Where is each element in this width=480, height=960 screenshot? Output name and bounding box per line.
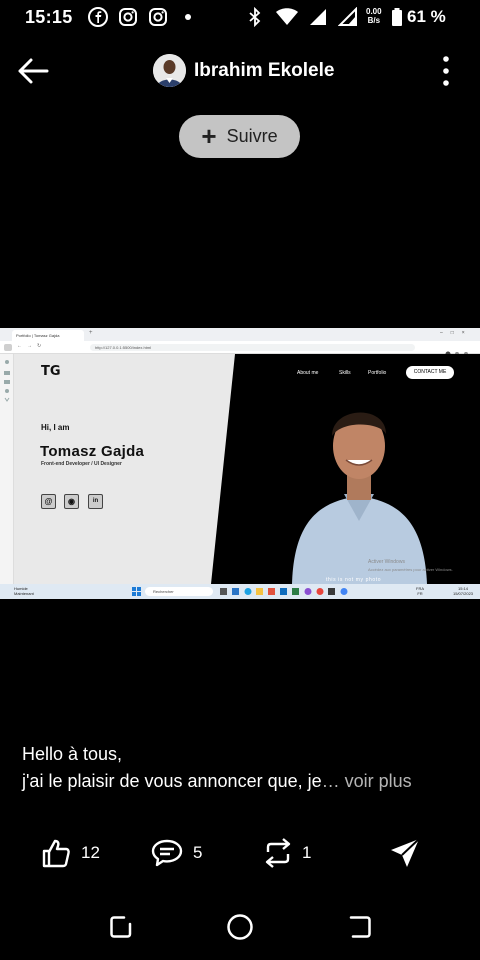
post-line-1: Hello à tous,: [22, 744, 123, 764]
url-field: http://127.0.0.1:5500/index.html: [90, 344, 415, 351]
comment-button[interactable]: 5: [151, 836, 202, 870]
nav-skills: Skills: [339, 370, 351, 376]
bluetooth-icon: [249, 7, 261, 27]
avatar[interactable]: [153, 54, 186, 87]
repost-count: 1: [302, 843, 312, 862]
nav-portfolio: Portfolio: [368, 370, 387, 376]
post-line-2: j'ai le plaisir de vous annoncer que, je…: [22, 768, 412, 795]
follow-button[interactable]: + Suivre: [179, 115, 300, 158]
taskbar-app-icons: [220, 588, 348, 595]
network-rate-value: 0.00: [366, 7, 382, 16]
browser-extensions-icon: [445, 344, 473, 357]
portfolio-logo: TG: [41, 364, 61, 379]
sidebar-icons: [4, 360, 10, 402]
repost-icon: [265, 838, 291, 868]
like-count: 12: [81, 843, 100, 862]
taskbar-weather: Humide Maintenant: [14, 586, 34, 596]
recent-apps-icon[interactable]: [106, 912, 136, 942]
contact-button: CONTACT ME: [406, 366, 454, 379]
avatar-image: [153, 54, 186, 87]
instagram-icon: [119, 8, 137, 26]
wifi-icon: [276, 8, 298, 25]
browser-tab: Portfolio | Tomasz Gajda: [12, 330, 84, 341]
language-sub: FR: [417, 591, 423, 596]
send-icon[interactable]: [389, 837, 421, 869]
watermark-subtitle: Accédez aux paramètres pour activer Wind…: [368, 567, 453, 572]
linkedin-icon: in: [88, 494, 103, 509]
comment-icon: [151, 839, 183, 867]
windows-activation-watermark: Activer Windows Accédez aux paramètres p…: [368, 559, 453, 573]
taskbar-language: FRA FR: [416, 586, 424, 596]
weather-sub: Maintenant: [14, 591, 34, 596]
github-icon: ◉: [64, 494, 79, 509]
network-rate: 0.00 B/s: [366, 7, 382, 25]
battery-icon: [392, 8, 402, 26]
battery-percent: 61 %: [407, 7, 446, 26]
browser-sidebar: [0, 354, 14, 584]
taskbar-clock: 15:14 15/07/2023: [453, 586, 473, 596]
browser-tab-bar: Portfolio | Tomasz Gajda + –□×: [0, 328, 480, 341]
back-arrow-icon[interactable]: [16, 56, 50, 86]
portfolio-page: TG Hi, I am Tomasz Gajda Front-end Devel…: [14, 354, 480, 584]
windows-taskbar: Humide Maintenant Rechercher FRA FR 15:1…: [0, 584, 480, 599]
more-options-icon[interactable]: [438, 55, 454, 87]
taskbar-search: Rechercher: [145, 587, 213, 596]
see-more-link[interactable]: voir plus: [345, 771, 412, 791]
taskbar-date: 15/07/2023: [453, 591, 474, 596]
hero-name: Tomasz Gajda: [40, 443, 145, 460]
watermark-title: Activer Windows: [368, 559, 405, 565]
photo-caption: this is not my photo: [326, 577, 382, 583]
comment-count: 5: [193, 843, 203, 862]
signal-icon: [338, 7, 357, 26]
thumbs-up-icon: [42, 839, 70, 868]
window-controls-icon: –□×: [440, 330, 473, 336]
follow-label: Suivre: [226, 126, 278, 146]
repost-button[interactable]: 1: [264, 836, 311, 870]
hero-greeting: Hi, I am: [41, 423, 70, 432]
facebook-icon: [88, 7, 108, 27]
notification-dot-icon: [185, 14, 191, 20]
back-nav-icon[interactable]: [345, 912, 375, 942]
post-ellipsis: …: [321, 771, 340, 791]
profile-name[interactable]: Ibrahim Ekolele: [194, 60, 334, 82]
windows-start-icon: [132, 587, 141, 596]
portrait-photo: [292, 412, 427, 584]
sidebar-toggle-icon: [4, 344, 12, 351]
new-tab-icon: +: [89, 330, 93, 336]
plus-icon: +: [201, 120, 217, 151]
hero-role: Front-end Developer / UI Designer: [41, 461, 122, 467]
browser-address-bar: ←→↻ http://127.0.0.1:5500/index.html: [0, 341, 480, 357]
network-rate-unit: B/s: [367, 16, 381, 25]
home-icon[interactable]: [225, 912, 255, 942]
post-image[interactable]: Portfolio | Tomasz Gajda + –□× ←→↻ http:…: [0, 328, 480, 599]
email-icon: @: [41, 494, 56, 509]
status-bar: 15:15 0.00 B/s 61 %: [0, 0, 480, 34]
post-text[interactable]: Hello à tous, j'ai le plaisir de vous an…: [22, 741, 412, 795]
nav-about: About me: [297, 370, 319, 376]
nav-buttons-icon: ←→↻: [17, 343, 47, 349]
instagram-icon: [149, 8, 167, 26]
like-button[interactable]: 12: [41, 836, 100, 870]
post-line-2-text: j'ai le plaisir de vous annoncer que, je: [22, 771, 322, 791]
signal-icon: [310, 9, 326, 25]
status-time: 15:15: [25, 7, 73, 27]
